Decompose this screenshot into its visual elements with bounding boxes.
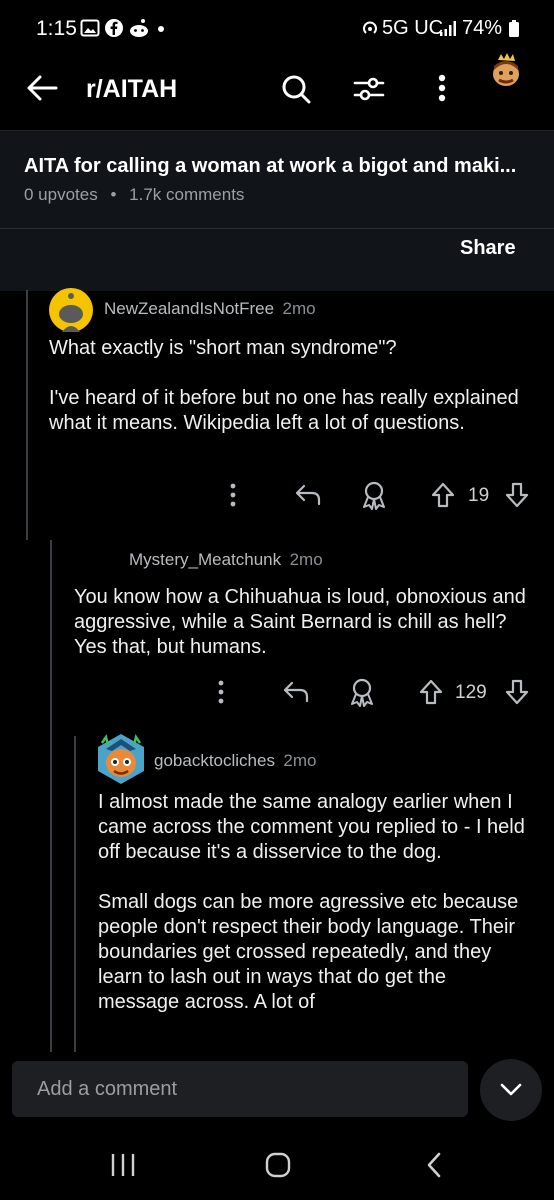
comment-paragraph: What exactly is "short man syndrome"? (49, 337, 397, 359)
comment-author[interactable]: Mystery_Meatchunk (129, 550, 281, 569)
comment-header: NewZealandIsNotFree 2mo (104, 299, 316, 319)
recents-icon[interactable] (110, 1152, 136, 1178)
post-meta: 0 upvotes • 1.7k comments (24, 185, 244, 205)
comment-paragraph: I've heard of it before but no one has r… (49, 387, 519, 434)
thread-line (26, 290, 28, 540)
comment-body: What exactly is "short man syndrome"? I'… (49, 336, 519, 461)
network-label: 5G UC (382, 17, 444, 39)
meta-separator: • (110, 185, 117, 204)
upvote-icon[interactable] (430, 482, 456, 514)
comment-body: You know how a Chihuahua is loud, obnoxi… (74, 585, 530, 685)
snoo-avatar[interactable] (49, 288, 93, 332)
search-icon[interactable] (280, 73, 312, 105)
system-back-icon[interactable] (424, 1151, 444, 1179)
sort-filter-icon[interactable] (352, 74, 386, 104)
comment-paragraph: Small dogs can be more agressive etc bec… (98, 891, 519, 1013)
status-time: 1:15 (36, 17, 77, 40)
reply-icon[interactable] (282, 679, 310, 711)
comment-body: I almost made the same analogy earlier w… (98, 790, 530, 1040)
user-avatar[interactable] (488, 52, 524, 90)
award-icon[interactable] (348, 677, 376, 713)
gallery-icon (80, 18, 100, 40)
comment-placeholder: Add a comment (37, 1078, 178, 1100)
chevron-down-icon (500, 1083, 522, 1096)
more-options-icon[interactable] (228, 482, 238, 514)
upvote-icon[interactable] (418, 679, 444, 711)
battery-icon (508, 18, 520, 40)
comment-age: 2mo (283, 751, 317, 770)
share-button[interactable]: Share (460, 237, 516, 260)
downvote-icon[interactable] (504, 482, 530, 514)
comment-author[interactable]: gobacktocliches (154, 751, 275, 770)
vote-count: 19 (468, 485, 490, 506)
more-options-icon[interactable] (216, 679, 226, 711)
vote-count: 129 (455, 682, 487, 703)
notification-dot (158, 26, 164, 32)
comment-paragraph: You know how a Chihuahua is loud, obnoxi… (74, 586, 526, 658)
overflow-menu-icon[interactable] (436, 72, 448, 104)
hotspot-icon (360, 18, 380, 40)
default-avatar[interactable] (80, 543, 112, 575)
battery-percent: 74% (462, 17, 503, 39)
thread-line (50, 540, 52, 1052)
comment-paragraph: I almost made the same analogy earlier w… (98, 791, 525, 863)
back-arrow-icon[interactable] (26, 74, 58, 102)
comment-header: Mystery_Meatchunk 2mo (129, 550, 323, 570)
divider (0, 228, 554, 229)
downvote-icon[interactable] (504, 679, 530, 711)
award-icon[interactable] (360, 480, 388, 516)
comment-age: 2mo (282, 299, 316, 318)
home-icon[interactable] (264, 1151, 292, 1179)
post-comment-count: 1.7k comments (129, 185, 245, 204)
cartoon-avatar[interactable] (96, 733, 146, 785)
signal-icon (438, 18, 458, 40)
comment-author[interactable]: NewZealandIsNotFree (104, 299, 274, 318)
post-upvotes: 0 upvotes (24, 185, 98, 204)
comment-header: gobacktocliches 2mo (154, 751, 317, 771)
facebook-icon (104, 18, 124, 40)
comment-age: 2mo (289, 550, 323, 569)
post-title[interactable]: AITA for calling a woman at work a bigot… (24, 155, 534, 178)
thread-line (74, 736, 76, 1052)
app-bar (0, 58, 554, 130)
subreddit-title[interactable]: r/AITAH (86, 75, 177, 104)
reddit-status-icon (128, 18, 150, 40)
comment-input[interactable]: Add a comment (12, 1061, 468, 1117)
collapse-button[interactable] (480, 1059, 542, 1121)
reply-icon[interactable] (294, 482, 322, 514)
